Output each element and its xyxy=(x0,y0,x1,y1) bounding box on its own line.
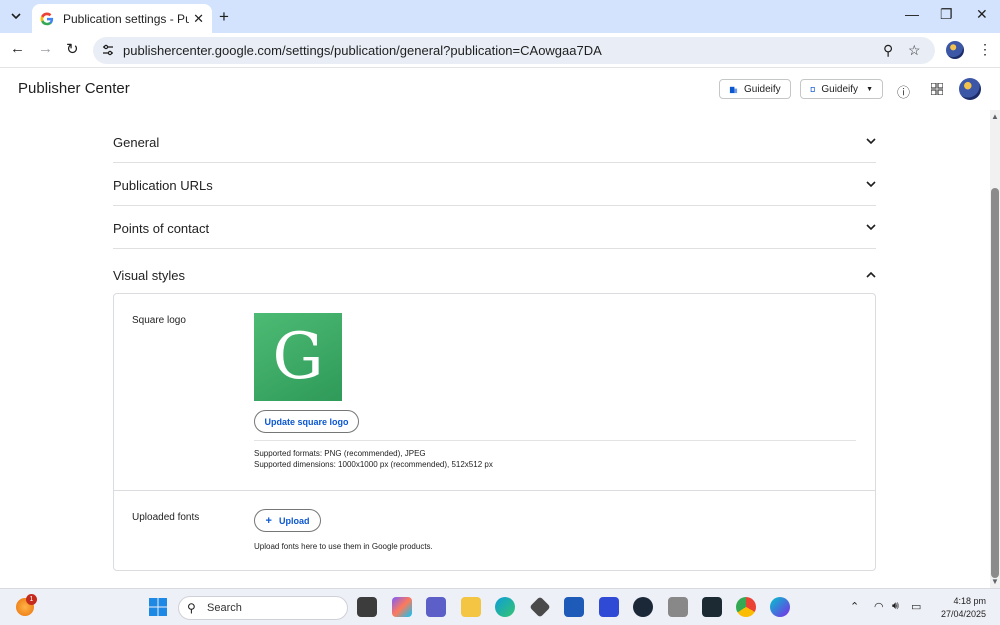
dropdown-arrow-icon: ▼ xyxy=(866,85,873,93)
back-button[interactable]: ← xyxy=(10,40,25,57)
app-header: Publisher Center Guideify Guideify ▼ ⓘ xyxy=(0,69,990,111)
chevron-down-icon xyxy=(866,224,876,231)
teams-icon[interactable] xyxy=(426,597,446,617)
chevron-down-icon xyxy=(866,138,876,145)
upload-button-label: Upload xyxy=(278,515,310,526)
formats-help-text: Supported formats: PNG (recommended), JP… xyxy=(254,448,493,470)
square-logo-image: G xyxy=(254,313,342,401)
close-window-button[interactable]: ✕ xyxy=(976,6,988,23)
canva-icon[interactable] xyxy=(770,597,790,617)
settings-sections: General Publication URLs Points of conta… xyxy=(113,120,876,293)
section-general[interactable]: General xyxy=(113,120,876,163)
clock-time: 4:18 pm xyxy=(953,596,986,606)
tab-title: Publication settings - Publisher xyxy=(63,11,190,26)
page-scrollbar[interactable]: ▲ ▼ xyxy=(990,110,1000,588)
visual-styles-card: Square logo G Update square logo Support… xyxy=(113,293,876,571)
minimize-button[interactable]: — xyxy=(905,6,919,22)
zoom-icon[interactable]: ⚲ xyxy=(883,42,893,59)
scroll-up-icon[interactable]: ▲ xyxy=(991,112,999,121)
section-publication-urls[interactable]: Publication URLs xyxy=(113,163,876,206)
reload-button[interactable]: ↻ xyxy=(66,40,79,58)
search-placeholder: Search xyxy=(207,602,242,614)
plus-icon: + xyxy=(265,514,272,527)
new-tab-button[interactable]: + xyxy=(219,7,229,27)
clock-date: 27/04/2025 xyxy=(940,609,986,619)
scroll-down-icon[interactable]: ▼ xyxy=(991,577,999,586)
profile-avatar[interactable] xyxy=(946,41,964,59)
fonts-help-text: Upload fonts here to use them in Google … xyxy=(254,542,433,551)
building-icon xyxy=(729,86,738,93)
edge-icon[interactable] xyxy=(495,597,515,617)
wifi-icon[interactable]: ◠ xyxy=(874,600,884,613)
publication-label: Guideify xyxy=(744,83,781,95)
address-bar[interactable]: publishercenter.google.com/settings/publ… xyxy=(93,37,935,64)
volume-icon[interactable]: 🔊︎ xyxy=(892,600,899,613)
url-text: publishercenter.google.com/settings/publ… xyxy=(123,43,602,58)
apps-grid-icon[interactable] xyxy=(931,83,943,95)
restore-button[interactable]: ❐ xyxy=(940,6,953,23)
info-icon[interactable]: ⓘ xyxy=(897,82,910,101)
upload-font-button[interactable]: + Upload xyxy=(254,509,321,532)
scroll-thumb[interactable] xyxy=(991,188,999,578)
tray-overflow-icon[interactable]: ⌃ xyxy=(850,600,859,613)
store-icon[interactable] xyxy=(564,597,584,617)
publication-switcher-button[interactable]: Guideify xyxy=(719,79,791,99)
document-icon xyxy=(810,86,815,92)
section-title: General xyxy=(113,135,160,150)
section-visual-styles[interactable]: Visual styles xyxy=(113,249,876,293)
steam-icon[interactable] xyxy=(633,597,653,617)
browser-menu-icon[interactable]: ⋮ xyxy=(978,41,992,58)
windows-start-icon[interactable] xyxy=(148,597,168,617)
publication-dropdown-label: Guideify xyxy=(821,83,859,95)
network-app-icon[interactable] xyxy=(668,597,688,617)
account-avatar[interactable] xyxy=(959,78,981,100)
tab-search-button[interactable] xyxy=(5,6,27,26)
browser-toolbar: ← → ↻ publishercenter.google.com/setting… xyxy=(0,33,1000,68)
page-title: Publisher Center xyxy=(18,80,130,97)
section-title: Points of contact xyxy=(113,221,210,236)
supported-formats: Supported formats: PNG (recommended), JP… xyxy=(254,449,426,458)
active-tab[interactable]: Publication settings - Publisher ✕ xyxy=(32,4,212,33)
chevron-down-icon xyxy=(866,181,876,188)
task-view-icon[interactable] xyxy=(357,597,377,617)
close-tab-icon[interactable]: ✕ xyxy=(193,11,204,27)
notification-badge: 1 xyxy=(26,594,37,605)
google-favicon-icon xyxy=(40,12,54,25)
update-square-logo-button[interactable]: Update square logo xyxy=(254,410,359,433)
windows-taskbar: 1 ⚲ Search ⌃ ◠ 🔊︎ ▭ 4:18 pm 27/04/2025 xyxy=(0,588,1000,625)
section-title: Visual styles xyxy=(113,268,186,283)
bookmark-star-icon[interactable]: ☆ xyxy=(908,42,921,59)
section-title: Publication URLs xyxy=(113,178,213,193)
uploaded-fonts-label: Uploaded fonts xyxy=(132,512,200,523)
file-explorer-icon[interactable] xyxy=(461,597,481,617)
supported-dimensions: Supported dimensions: 1000x1000 px (reco… xyxy=(254,460,493,469)
app-icon[interactable] xyxy=(599,597,619,617)
system-clock[interactable]: 4:18 pm 27/04/2025 xyxy=(941,595,986,621)
chevron-down-icon xyxy=(11,13,21,20)
chevron-up-icon xyxy=(866,271,876,278)
app-cube-icon[interactable] xyxy=(529,596,551,618)
forward-button[interactable]: → xyxy=(38,40,53,57)
copilot-icon[interactable] xyxy=(392,597,412,617)
terminal-app-icon[interactable] xyxy=(702,597,722,617)
taskbar-search[interactable]: ⚲ Search xyxy=(178,596,348,620)
logo-letter: G xyxy=(272,320,324,394)
section-points-of-contact[interactable]: Points of contact xyxy=(113,206,876,249)
site-info-icon[interactable] xyxy=(101,43,115,57)
browser-tab-bar: Publication settings - Publisher ✕ + — ❐… xyxy=(0,0,1000,33)
square-logo-label: Square logo xyxy=(132,315,186,326)
divider xyxy=(114,490,875,491)
search-icon: ⚲ xyxy=(187,601,196,615)
battery-icon[interactable]: ▭ xyxy=(911,600,921,613)
publication-dropdown[interactable]: Guideify ▼ xyxy=(800,79,883,99)
chrome-icon[interactable] xyxy=(736,597,756,617)
divider xyxy=(254,440,856,441)
